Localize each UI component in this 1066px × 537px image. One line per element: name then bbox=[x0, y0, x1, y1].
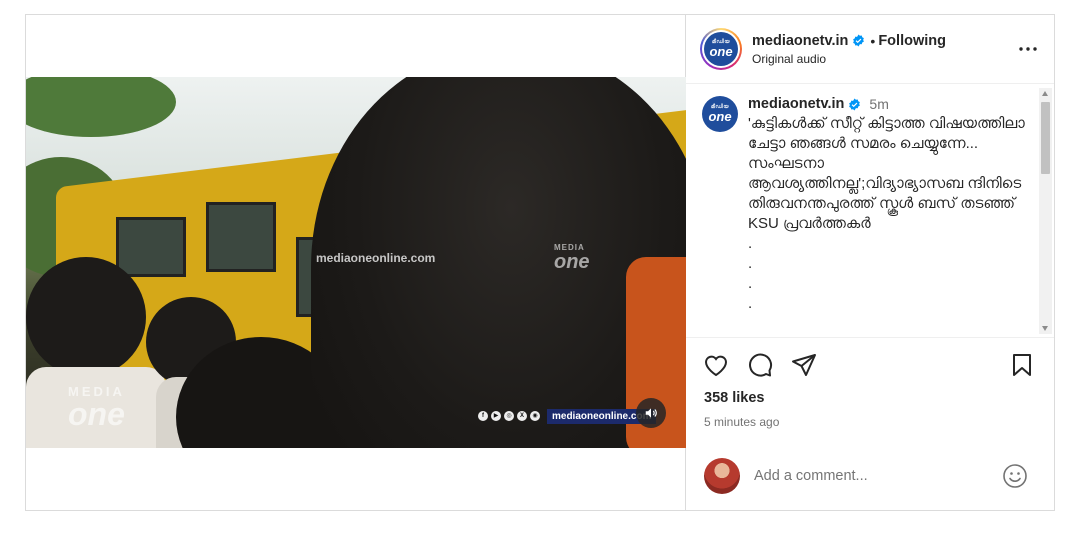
comment-input[interactable] bbox=[754, 468, 1002, 484]
video-overlay-logo: MEDIA one bbox=[554, 244, 590, 273]
more-options-button[interactable] bbox=[1016, 37, 1040, 61]
video-corner-logo: MEDIA one bbox=[68, 385, 125, 430]
action-bar bbox=[686, 338, 1054, 392]
post-sidebar: മീഡിയ one mediaonetv.in • Following Orig… bbox=[686, 15, 1054, 510]
overlay-logo-main: one bbox=[554, 251, 590, 273]
comment-row bbox=[686, 442, 1054, 510]
like-button[interactable] bbox=[702, 351, 730, 379]
bus-window bbox=[206, 202, 276, 272]
x-icon: X bbox=[517, 411, 527, 421]
caption-time[interactable]: 5m bbox=[869, 96, 888, 112]
caption-username[interactable]: mediaonetv.in bbox=[748, 96, 844, 112]
caption-avatar[interactable]: മീഡിയ one bbox=[702, 96, 738, 132]
logo-top-text: മീഡിയ bbox=[712, 39, 730, 45]
youtube-icon: ▶ bbox=[491, 411, 501, 421]
bookmark-icon bbox=[1013, 354, 1031, 376]
post-header: മീഡിയ one mediaonetv.in • Following Orig… bbox=[686, 15, 1054, 84]
comment-bubble-icon bbox=[749, 353, 773, 377]
mediaone-logo: മീഡിയ one bbox=[702, 96, 738, 132]
following-button[interactable]: Following bbox=[878, 33, 946, 49]
post-video[interactable]: mediaoneonline.com MEDIA one MEDIA one f… bbox=[26, 77, 686, 448]
corner-logo-main: one bbox=[68, 396, 125, 432]
logo-main-text: one bbox=[709, 44, 733, 59]
mute-button[interactable] bbox=[636, 398, 666, 428]
post-timestamp[interactable]: 5 minutes ago bbox=[686, 415, 1054, 429]
heart-icon bbox=[704, 355, 728, 377]
verified-badge-icon bbox=[849, 98, 861, 110]
paper-plane-icon bbox=[792, 354, 816, 376]
smiley-icon[interactable] bbox=[1002, 463, 1028, 489]
whatsapp-icon: ◉ bbox=[530, 411, 540, 421]
media-pane: mediaoneonline.com MEDIA one MEDIA one f… bbox=[26, 15, 686, 510]
author-info: mediaonetv.in • Following Original audio bbox=[752, 33, 1016, 66]
video-person bbox=[26, 257, 146, 377]
caption-text: 'കുട്ടികൾക്ക് സീറ്റ് കിട്ടാത്ത വിഷയത്തില… bbox=[748, 115, 1025, 312]
post-card: mediaoneonline.com MEDIA one MEDIA one f… bbox=[25, 14, 1055, 511]
author-username[interactable]: mediaonetv.in bbox=[752, 33, 848, 49]
original-audio-link[interactable]: Original audio bbox=[752, 52, 1016, 66]
video-lower-third: f ▶ ◎ X ◉ mediaoneonline.com bbox=[478, 407, 657, 425]
scroll-up-icon[interactable] bbox=[1042, 91, 1048, 96]
more-dots-icon bbox=[1019, 47, 1037, 51]
user-avatar bbox=[704, 458, 740, 494]
scrollbar-thumb[interactable] bbox=[1041, 102, 1050, 174]
follow-separator: • bbox=[870, 32, 876, 49]
likes-count[interactable]: 358 likes bbox=[686, 390, 1054, 406]
verified-badge-icon bbox=[853, 34, 865, 47]
video-watermark-site: mediaoneonline.com bbox=[316, 251, 436, 265]
scroll-down-icon[interactable] bbox=[1042, 326, 1048, 331]
bus-window bbox=[116, 217, 186, 277]
share-button[interactable] bbox=[790, 351, 818, 379]
caption-scrollbar[interactable] bbox=[1039, 88, 1052, 334]
speaker-icon bbox=[645, 408, 657, 418]
save-button[interactable] bbox=[1008, 351, 1036, 379]
caption-area: മീഡിയ one mediaonetv.in 5m 'കുട്ടികൾക്ക്… bbox=[686, 84, 1054, 338]
logo-top-text: മീഡിയ bbox=[711, 104, 729, 110]
comment-button[interactable] bbox=[746, 351, 774, 379]
caption: മീഡിയ one mediaonetv.in 5m 'കുട്ടികൾക്ക്… bbox=[702, 96, 1032, 314]
facebook-icon: f bbox=[478, 411, 488, 421]
author-avatar[interactable]: മീഡിയ one bbox=[700, 28, 742, 70]
mediaone-logo: മീഡിയ one bbox=[704, 32, 738, 66]
instagram-icon: ◎ bbox=[504, 411, 514, 421]
logo-main-text: one bbox=[708, 109, 732, 124]
